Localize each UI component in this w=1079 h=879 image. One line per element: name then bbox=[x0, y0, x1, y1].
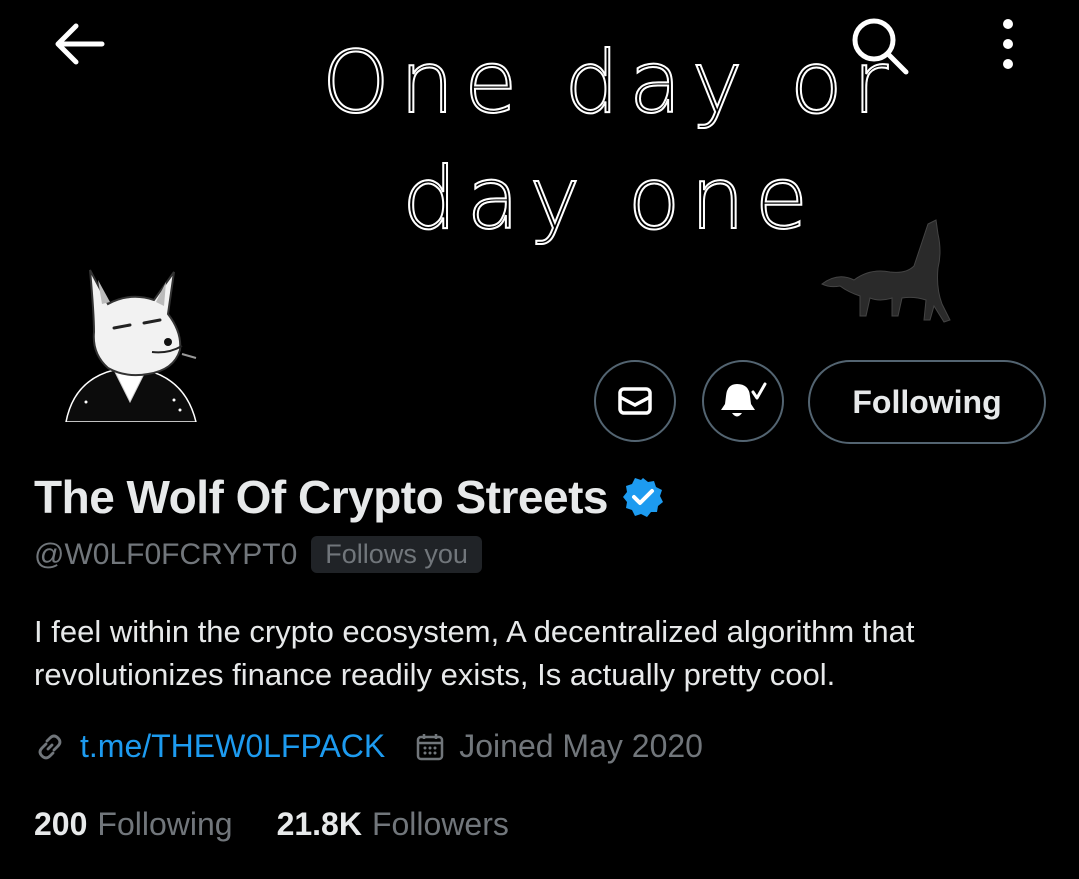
display-name: The Wolf Of Crypto Streets bbox=[34, 471, 608, 523]
notifications-button[interactable] bbox=[702, 360, 784, 442]
follow-stats: 200 Following 21.8K Followers bbox=[34, 806, 553, 843]
envelope-icon bbox=[618, 387, 652, 415]
more-vertical-icon[interactable] bbox=[990, 14, 1026, 74]
howling-wolf-image bbox=[821, 219, 951, 323]
joined-date: Joined May 2020 bbox=[459, 728, 703, 764]
followers-label: Followers bbox=[371, 806, 509, 842]
profile-link[interactable]: t.me/THEW0LFPACK bbox=[80, 728, 385, 765]
search-icon[interactable] bbox=[846, 12, 912, 78]
following-stat[interactable]: 200 Following bbox=[34, 806, 233, 843]
following-count: 200 bbox=[34, 806, 88, 842]
followers-stat[interactable]: 21.8K Followers bbox=[277, 806, 509, 843]
handle: @W0LF0FCRYPT0 bbox=[34, 537, 298, 571]
calendar-icon bbox=[416, 733, 444, 760]
following-button[interactable]: Following bbox=[808, 360, 1046, 444]
profile-bio: I feel within the crypto ecosystem, A de… bbox=[34, 614, 915, 692]
profile-meta: t.me/THEW0LFPACK Joined May 2020 bbox=[34, 728, 703, 765]
name-row: The Wolf Of Crypto Streets bbox=[34, 470, 664, 524]
follows-you-badge: Follows you bbox=[311, 536, 482, 573]
profile-avatar[interactable] bbox=[56, 262, 206, 422]
followers-count: 21.8K bbox=[276, 806, 362, 842]
arrow-left-icon[interactable] bbox=[50, 20, 106, 68]
message-button[interactable] bbox=[594, 360, 676, 442]
handle-row: @W0LF0FCRYPT0 Follows you bbox=[34, 536, 482, 573]
banner-line-1: One day or bbox=[321, 32, 898, 134]
bell-check-icon bbox=[721, 382, 767, 417]
verified-badge-icon[interactable] bbox=[622, 476, 664, 518]
following-label: Following bbox=[97, 806, 233, 842]
link-icon bbox=[38, 734, 62, 759]
